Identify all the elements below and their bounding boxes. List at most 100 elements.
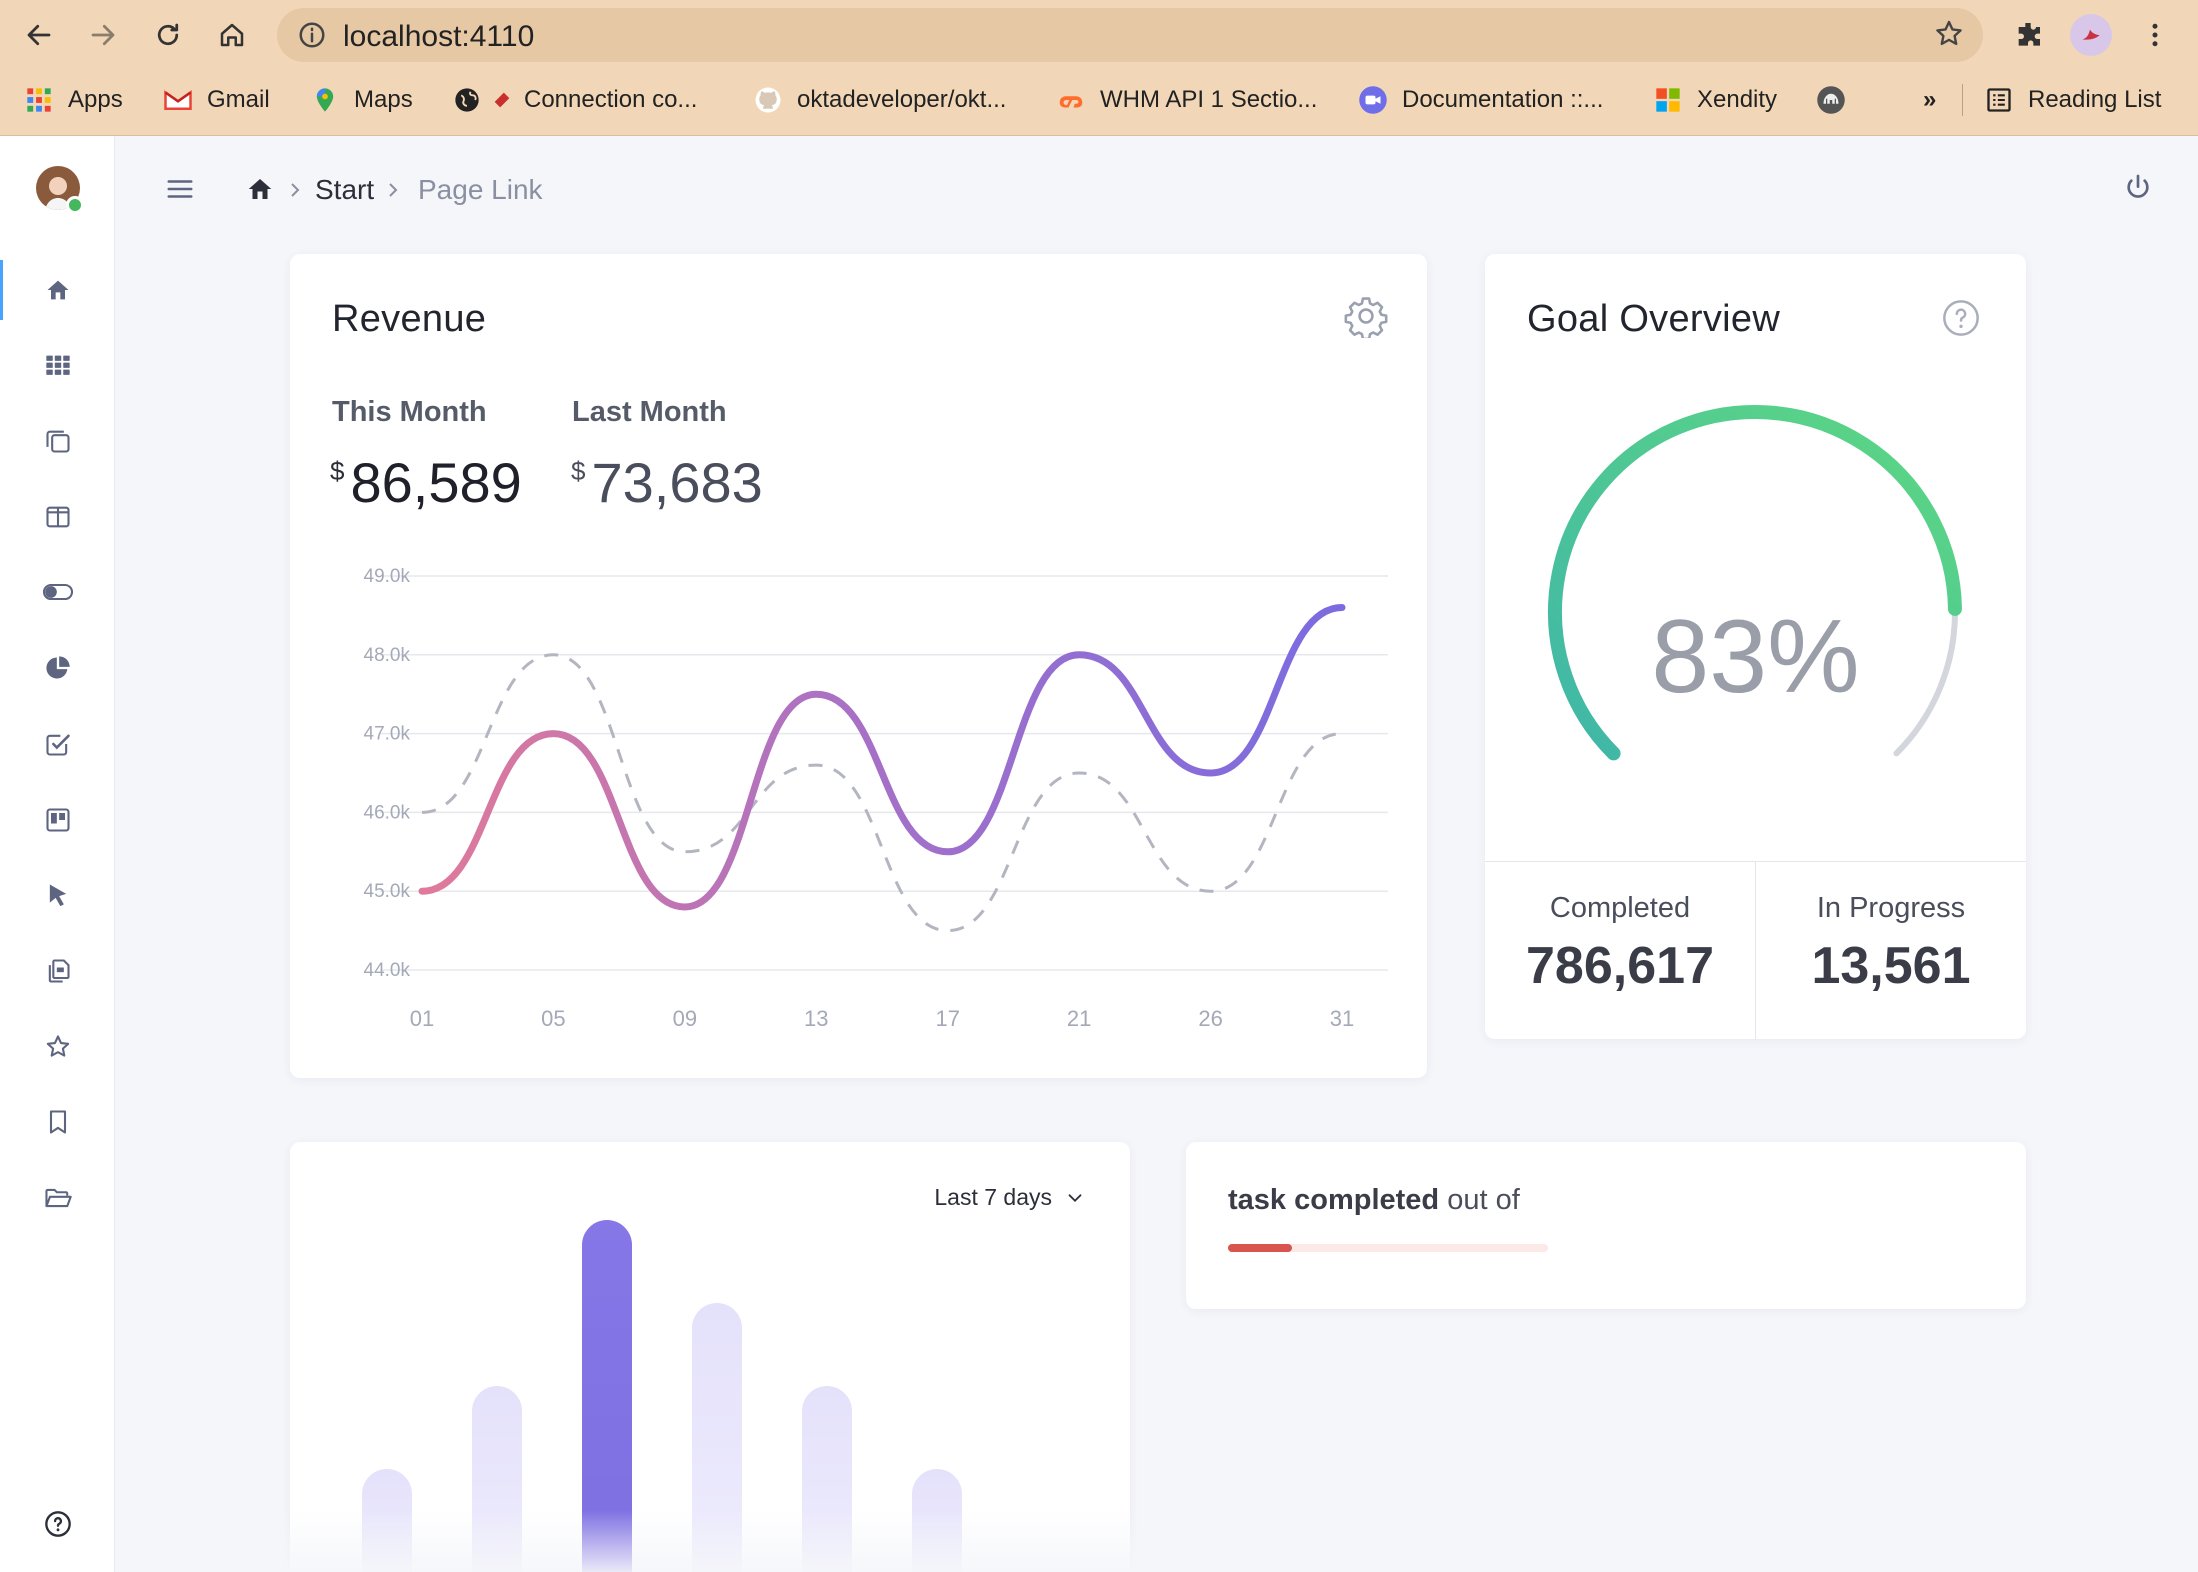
copy-icon	[45, 430, 70, 453]
bird-icon	[2082, 29, 2100, 40]
reading-list-label: Reading List	[2028, 86, 2162, 113]
bookmark-label: Apps	[68, 86, 123, 113]
bookmark-documentation[interactable]: Documentation ::...	[1358, 80, 1603, 120]
forward-button[interactable]	[78, 10, 128, 60]
bookmark-icon	[49, 1110, 66, 1134]
task-progress-track	[1228, 1244, 1548, 1252]
goal-overview-card: Goal Overview 83% Completed 786,617 In P…	[1485, 254, 2026, 1039]
bookmark-connection[interactable]: Connection co...	[452, 80, 697, 120]
sidebar-item-pages[interactable]	[0, 411, 115, 471]
sidebar-item-board[interactable]	[0, 790, 115, 850]
folder-open-icon	[44, 1188, 72, 1208]
x-tick-label: 31	[1330, 1006, 1354, 1031]
forward-arrow-icon	[91, 24, 115, 46]
url-text[interactable]: localhost:4110	[343, 20, 534, 54]
grid-icon	[45, 355, 70, 375]
task-progress-fill	[1228, 1244, 1292, 1252]
site-info-icon[interactable]	[297, 20, 327, 55]
sidebar-item-bookmarks[interactable]	[0, 1092, 115, 1152]
globe-icon	[452, 85, 482, 115]
reload-button[interactable]	[143, 10, 193, 60]
home-icon	[47, 280, 68, 300]
bookmark-label: Xendity	[1697, 86, 1778, 113]
power-icon	[2127, 174, 2149, 198]
breadcrumb-separator-icon	[383, 178, 403, 207]
sidebar-item-home[interactable]	[0, 260, 115, 320]
bookmark-label: Documentation ::...	[1402, 86, 1604, 113]
xendity-icon	[1653, 85, 1683, 115]
question-circle-icon	[1943, 300, 1979, 336]
x-tick-label: 17	[935, 1006, 959, 1031]
completed-value: 786,617	[1526, 937, 1714, 995]
bookmark-gmail[interactable]: Gmail	[163, 80, 270, 120]
sidebar-item-cursor[interactable]	[0, 865, 115, 925]
bookmarks-divider	[1962, 84, 1963, 116]
star-icon	[46, 1035, 69, 1057]
kebab-menu-icon	[2152, 23, 2158, 47]
gmail-icon	[163, 85, 193, 115]
breadcrumb-start[interactable]: Start	[315, 174, 374, 206]
breadcrumb-home-link[interactable]	[245, 174, 275, 209]
bookmark-unnamed[interactable]	[1816, 80, 1860, 120]
bookmarks-overflow-button[interactable]: »	[1923, 80, 1936, 120]
sidebar-item-layout[interactable]	[0, 487, 115, 547]
bookmarks-bar: Apps Gmail Maps Connection co... oktadev…	[0, 74, 2198, 126]
breadcrumb-page-link[interactable]: Page Link	[418, 174, 543, 206]
home-button[interactable]	[207, 10, 257, 60]
sidebar-item-help[interactable]	[0, 1494, 115, 1554]
goal-help-button[interactable]	[1941, 298, 1981, 343]
sidebar-item-documents[interactable]	[0, 941, 115, 1001]
weekly-bar-chart	[362, 1220, 962, 1572]
bookmark-label: Connection co...	[524, 86, 698, 113]
bookmark-apps[interactable]: Apps	[24, 80, 123, 120]
browser-menu-button[interactable]	[2130, 10, 2180, 60]
bookmark-label: Maps	[354, 86, 413, 113]
bookmark-label: WHM API 1 Sectio...	[1100, 86, 1318, 113]
x-tick-label: 26	[1198, 1006, 1222, 1031]
bookmark-github[interactable]: oktadeveloper/okt...	[753, 80, 1006, 120]
reload-icon	[157, 23, 179, 46]
home-icon	[248, 179, 272, 199]
revenue-card: Revenue This Month $ 86,589 Last Month $…	[290, 254, 1427, 1078]
puzzle-icon	[2018, 23, 2040, 46]
x-tick-label: 13	[804, 1006, 828, 1031]
y-tick-label: 48.0k	[364, 645, 411, 666]
bookmark-star-icon[interactable]	[1933, 18, 1965, 55]
y-tick-label: 44.0k	[364, 960, 411, 981]
help-circle-icon	[44, 1511, 71, 1537]
github-icon	[753, 85, 783, 115]
task-summary: task completed out of	[1228, 1184, 1520, 1217]
profile-button[interactable]	[2066, 10, 2116, 60]
cpanel-icon	[1056, 85, 1086, 115]
bookmark-label: Gmail	[207, 86, 270, 113]
toggle-icon	[42, 583, 73, 601]
extensions-button[interactable]	[2003, 10, 2053, 60]
bookmark-whm[interactable]: WHM API 1 Sectio...	[1056, 80, 1317, 120]
x-tick-label: 05	[541, 1006, 565, 1031]
bookmark-label: oktadeveloper/okt...	[797, 86, 1007, 113]
completed-label: Completed	[1549, 892, 1691, 924]
sidebar-item-favorites[interactable]	[0, 1017, 115, 1077]
sidebar-item-apps[interactable]	[0, 335, 115, 395]
power-button[interactable]	[2122, 172, 2154, 209]
address-bar[interactable]: localhost:4110	[277, 8, 1983, 62]
back-arrow-icon	[27, 24, 51, 46]
weekly-bar-card: Last 7 days	[290, 1142, 1130, 1572]
task-completed-label: task completed	[1228, 1184, 1440, 1216]
bookmark-maps[interactable]: Maps	[310, 80, 413, 120]
bookmark-xendity[interactable]: Xendity	[1653, 80, 1777, 120]
home-outline-icon	[220, 23, 244, 47]
sidebar-item-files[interactable]	[0, 1168, 115, 1228]
sidebar-item-charts[interactable]	[0, 638, 115, 698]
sidebar-item-toggles[interactable]	[0, 562, 115, 622]
in-progress-value: 13,561	[1811, 937, 1971, 995]
reading-list-icon	[1984, 85, 2014, 115]
back-button[interactable]	[14, 10, 64, 60]
online-status-dot	[66, 196, 84, 214]
menu-toggle-button[interactable]	[165, 174, 195, 209]
reading-list-button[interactable]: Reading List	[1984, 80, 2161, 120]
documents-icon	[48, 959, 70, 983]
checkbox-icon	[45, 734, 70, 756]
user-avatar[interactable]	[36, 166, 84, 214]
sidebar-item-forms[interactable]	[0, 714, 115, 774]
